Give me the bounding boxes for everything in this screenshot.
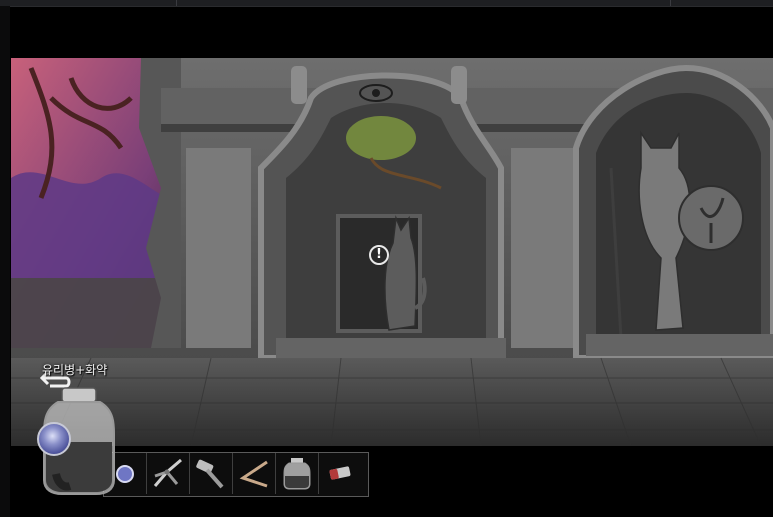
carved-panel (186, 148, 251, 348)
left-edge-strip (0, 6, 10, 517)
hammer-icon (196, 459, 224, 489)
hint-marker[interactable]: ! (369, 245, 389, 265)
inventory-slot-jar[interactable] (276, 453, 319, 494)
window-top-bar (0, 0, 773, 7)
selected-orb-button[interactable] (37, 422, 71, 456)
game-scene[interactable]: ! (11, 58, 773, 446)
inventory-slot-eraser[interactable] (319, 453, 362, 494)
eraser-icon (329, 466, 351, 480)
glass-jar-icon (283, 458, 311, 490)
inventory-slot-rod[interactable] (233, 453, 276, 494)
window-tab (0, 0, 177, 6)
pliers-icon (153, 458, 182, 487)
scene-artwork (11, 58, 773, 446)
selected-item-label: 유리병+화약 (42, 363, 108, 377)
window-tab (176, 0, 671, 6)
inventory-bar (103, 452, 369, 497)
inventory-slot-pliers[interactable] (147, 453, 190, 494)
bent-rod-icon (239, 460, 268, 488)
tiled-floor (11, 358, 773, 446)
inventory-slot-hammer[interactable] (190, 453, 233, 494)
